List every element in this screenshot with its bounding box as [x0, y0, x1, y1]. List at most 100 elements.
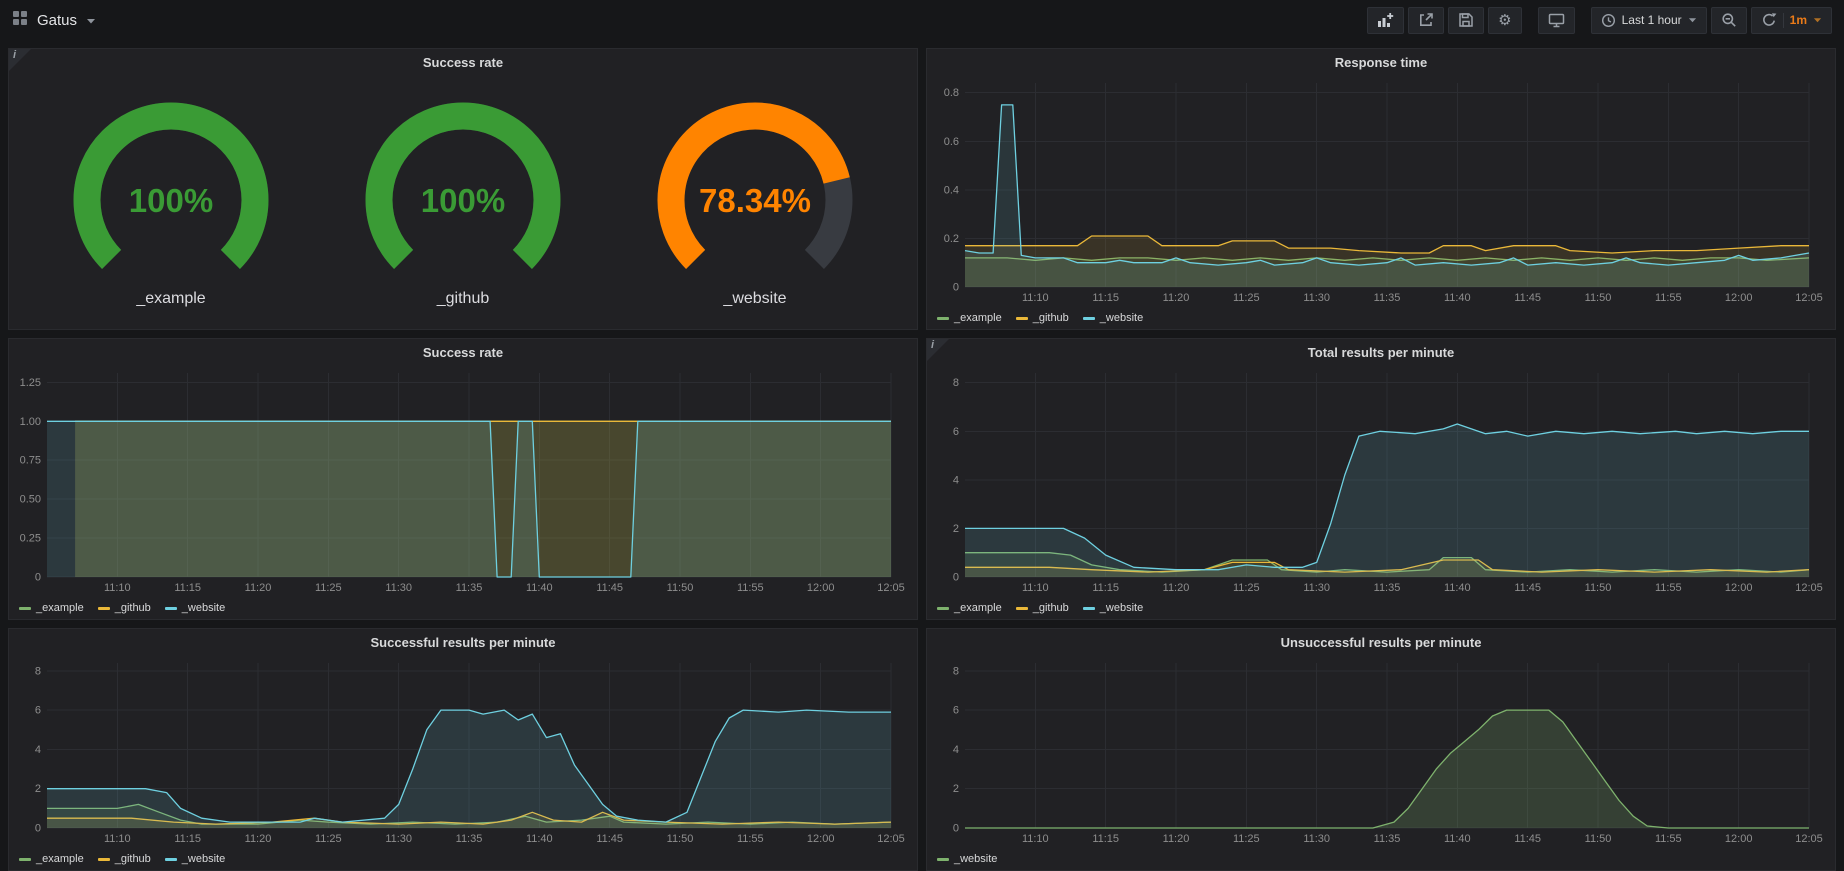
panel-title-text: Response time: [1335, 55, 1427, 70]
svg-text:11:20: 11:20: [245, 833, 272, 845]
legend-item-example[interactable]: _example: [19, 602, 84, 614]
info-icon[interactable]: i: [927, 339, 949, 361]
panel-title[interactable]: Response time: [927, 49, 1835, 75]
svg-text:12:05: 12:05: [1795, 292, 1823, 304]
time-range-picker[interactable]: Last 1 hour: [1591, 7, 1707, 34]
svg-text:11:10: 11:10: [104, 582, 131, 594]
svg-text:11:30: 11:30: [385, 582, 412, 594]
svg-text:11:15: 11:15: [1092, 582, 1119, 594]
svg-text:11:30: 11:30: [385, 833, 412, 845]
svg-text:2: 2: [953, 523, 959, 535]
monitor-icon: [1548, 12, 1565, 28]
panel-title-text: Success rate: [423, 55, 503, 70]
legend-item-example[interactable]: _example: [937, 312, 1002, 324]
legend-swatch: [1083, 607, 1095, 610]
svg-text:0: 0: [35, 572, 41, 584]
svg-text:2: 2: [953, 783, 959, 795]
panel-title[interactable]: Success rate: [9, 339, 917, 365]
svg-text:11:50: 11:50: [1585, 833, 1612, 845]
legend-item-website[interactable]: _website: [937, 853, 997, 865]
legend-item-github[interactable]: _github: [98, 602, 151, 614]
chevron-down-icon[interactable]: [86, 11, 96, 29]
legend-swatch: [937, 317, 949, 320]
svg-text:4: 4: [953, 744, 959, 756]
chart-legend: _example _github _website: [9, 597, 917, 619]
panel-title[interactable]: Total results per minute: [927, 339, 1835, 365]
panel-response-time: Response time 00.20.40.60.811:1011:1511:…: [926, 48, 1836, 330]
legend-swatch: [98, 607, 110, 610]
legend-item-github[interactable]: _github: [98, 853, 151, 865]
svg-text:100%: 100%: [129, 182, 213, 219]
legend-label: _github: [1033, 602, 1069, 614]
panel-title[interactable]: Success rate: [9, 49, 917, 75]
dashboard-title[interactable]: Gatus: [37, 12, 77, 29]
chart-canvas[interactable]: 0246811:1011:1511:2011:2511:3011:3511:40…: [9, 655, 917, 848]
svg-text:11:45: 11:45: [1514, 582, 1541, 594]
settings-button[interactable]: ⚙: [1488, 7, 1521, 34]
legend-item-github[interactable]: _github: [1016, 312, 1069, 324]
share-button[interactable]: [1408, 7, 1444, 34]
clock-icon: [1601, 13, 1616, 28]
svg-text:11:50: 11:50: [1585, 292, 1612, 304]
legend-swatch: [937, 858, 949, 861]
info-icon[interactable]: i: [9, 49, 31, 71]
svg-text:11:35: 11:35: [456, 833, 483, 845]
apps-grid-icon[interactable]: [12, 10, 28, 31]
svg-text:6: 6: [953, 426, 959, 438]
svg-text:11:35: 11:35: [456, 582, 483, 594]
svg-text:11:20: 11:20: [245, 582, 272, 594]
legend-item-website[interactable]: _website: [165, 853, 225, 865]
svg-text:11:55: 11:55: [1655, 582, 1682, 594]
panel-title[interactable]: Unsuccessful results per minute: [927, 629, 1835, 655]
svg-text:11:35: 11:35: [1374, 292, 1401, 304]
svg-text:11:40: 11:40: [1444, 582, 1471, 594]
svg-text:8: 8: [953, 377, 959, 389]
dashboard-nav: Gatus: [12, 10, 96, 31]
svg-text:4: 4: [953, 474, 959, 486]
svg-text:11:45: 11:45: [596, 582, 623, 594]
svg-text:11:45: 11:45: [596, 833, 623, 845]
gauge-arc: 100%: [333, 96, 593, 288]
chevron-down-icon: [1813, 17, 1822, 23]
add-panel-button[interactable]: [1367, 7, 1404, 34]
legend-label: _example: [954, 602, 1002, 614]
legend-item-website[interactable]: _website: [1083, 602, 1143, 614]
chart-canvas[interactable]: 0246811:1011:1511:2011:2511:3011:3511:40…: [927, 365, 1835, 597]
legend-item-website[interactable]: _website: [165, 602, 225, 614]
legend-item-example[interactable]: _example: [937, 602, 1002, 614]
chart-canvas[interactable]: 0246811:1011:1511:2011:2511:3011:3511:40…: [927, 655, 1835, 848]
save-button[interactable]: [1448, 7, 1484, 34]
svg-text:11:45: 11:45: [1514, 292, 1541, 304]
svg-text:11:55: 11:55: [1655, 292, 1682, 304]
svg-text:11:10: 11:10: [104, 833, 131, 845]
legend-item-example[interactable]: _example: [19, 853, 84, 865]
chart-legend: _website: [927, 848, 1835, 870]
chart-body: 0246811:1011:1511:2011:2511:3011:3511:40…: [927, 365, 1835, 597]
svg-text:11:25: 11:25: [1233, 582, 1260, 594]
svg-text:78.34%: 78.34%: [699, 182, 811, 219]
legend-item-github[interactable]: _github: [1016, 602, 1069, 614]
legend-label: _website: [182, 602, 225, 614]
cycle-view-button[interactable]: [1538, 7, 1575, 34]
refresh-interval-label[interactable]: 1m: [1790, 13, 1807, 27]
svg-text:11:20: 11:20: [1163, 292, 1190, 304]
panel-unsuccessful-results: Unsuccessful results per minute 0246811:…: [926, 628, 1836, 871]
navbar: Gatus ⚙ Last 1 hour: [0, 0, 1844, 40]
svg-text:11:45: 11:45: [1514, 833, 1541, 845]
gauge-arc: 100%: [41, 96, 301, 288]
zoom-out-button[interactable]: [1711, 7, 1747, 34]
panel-title[interactable]: Successful results per minute: [9, 629, 917, 655]
svg-text:12:00: 12:00: [1725, 833, 1753, 845]
chart-legend: _example _github _website: [9, 848, 917, 870]
svg-text:11:55: 11:55: [1655, 833, 1682, 845]
chart-legend: _example _github _website: [927, 307, 1835, 329]
legend-swatch: [19, 858, 31, 861]
refresh-button[interactable]: 1m: [1751, 7, 1832, 34]
refresh-icon: [1761, 12, 1777, 28]
legend-label: _website: [1100, 312, 1143, 324]
chart-canvas[interactable]: 00.20.40.60.811:1011:1511:2011:2511:3011…: [927, 75, 1835, 307]
chart-canvas[interactable]: 00.250.500.751.001.2511:1011:1511:2011:2…: [9, 365, 917, 597]
legend-item-website[interactable]: _website: [1083, 312, 1143, 324]
svg-text:11:25: 11:25: [1233, 292, 1260, 304]
svg-text:11:40: 11:40: [1444, 292, 1471, 304]
